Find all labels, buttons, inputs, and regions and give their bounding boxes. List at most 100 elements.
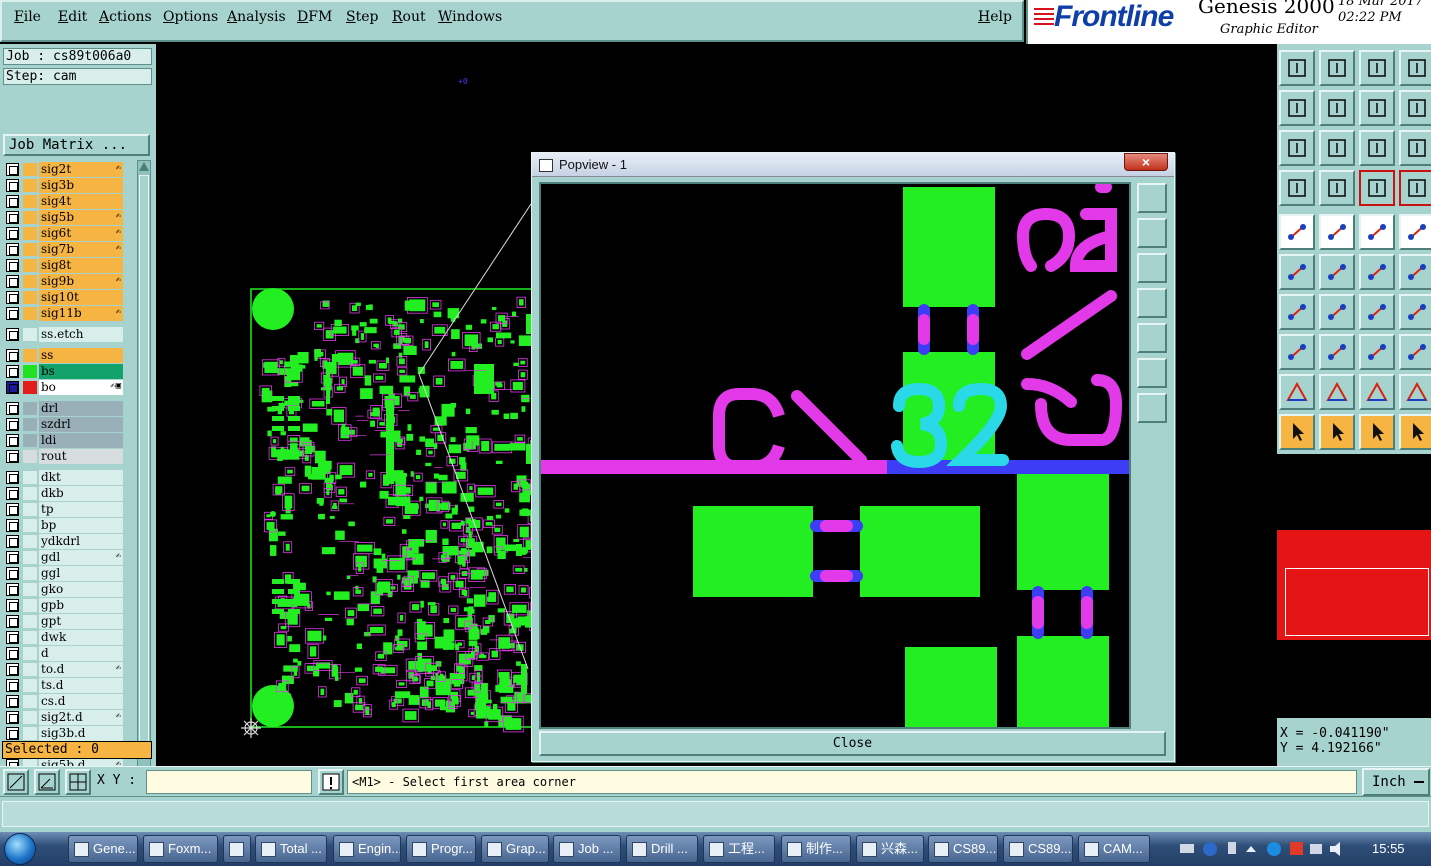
layer-color-swatch[interactable] [23,535,37,548]
window-split-icon[interactable] [1399,50,1431,86]
route-path-icon[interactable] [1399,414,1431,450]
layer-row-drl[interactable]: drl [3,401,123,416]
layer-name[interactable]: sig2t [39,162,123,177]
layer-color-swatch[interactable] [23,679,37,692]
layer-name[interactable]: ydkdrl [39,534,123,549]
layer-name[interactable]: ts.d [39,678,123,693]
layer-checkbox[interactable] [6,259,19,272]
layer-row-cs-d[interactable]: cs.d [3,694,123,709]
overview-map[interactable] [1277,454,1431,718]
layer-name[interactable]: bp [39,518,123,533]
popview-zoom-in-icon[interactable] [1137,183,1167,213]
layer-name[interactable]: ss.etch [39,327,123,342]
layer-row-szdrl[interactable]: szdrl [3,417,123,432]
layer-checkbox[interactable] [6,503,19,516]
layer-checkbox[interactable] [6,631,19,644]
delete-feature-icon[interactable] [1319,254,1355,290]
layer-checkbox[interactable] [6,695,19,708]
layer-color-swatch[interactable] [23,211,37,224]
layer-row-dwk[interactable]: dwk [3,630,123,645]
layer-row-bp[interactable]: bp [3,518,123,533]
popview-pan-right-icon[interactable] [1137,323,1167,353]
select-outline-icon[interactable] [1359,414,1395,450]
popview-zoom-area[interactable] [539,182,1131,729]
layer-color-swatch[interactable] [23,434,37,447]
taskbar-button-13[interactable]: CS89... [928,835,998,863]
layer-name[interactable]: sig3b [39,178,123,193]
layer-checkbox[interactable] [6,275,19,288]
triangle-shape-icon[interactable] [1279,374,1315,410]
layer-row-sig2t[interactable]: sig2t ✍ [3,162,123,177]
layer-name[interactable]: tp [39,502,123,517]
split-line-icon[interactable] [1319,334,1355,370]
layer-checkbox[interactable] [6,471,19,484]
layer-checkbox[interactable] [6,711,19,724]
layer-color-swatch[interactable] [23,631,37,644]
net-trace-icon[interactable] [1399,170,1431,206]
select-pointer-icon[interactable] [1279,414,1315,450]
layer-checkbox[interactable] [6,727,19,740]
layer-color-swatch[interactable] [23,381,37,394]
copy-feature-icon[interactable] [1399,254,1431,290]
layer-name[interactable]: dkb [39,486,123,501]
layer-row-gpt[interactable]: gpt [3,614,123,629]
unit-selector[interactable]: Inch [1362,768,1430,796]
layer-checkbox[interactable] [6,583,19,596]
layer-row-sig8t[interactable]: sig8t [3,258,123,273]
layer-row-tp[interactable]: tp [3,502,123,517]
move-feature-icon[interactable] [1359,254,1395,290]
snap-mode-icon[interactable] [3,769,29,795]
scale-1-2-icon[interactable] [1359,130,1395,166]
layer-color-swatch[interactable] [23,695,37,708]
taskbar-button-14[interactable]: CS89... [1003,835,1073,863]
taskbar-button-7[interactable]: Grap... [481,835,549,863]
pan-up-icon[interactable] [1279,50,1315,86]
layer-row-gpb[interactable]: gpb [3,598,123,613]
layer-name[interactable]: ggl [39,566,123,581]
layer-row-ggl[interactable]: ggl [3,566,123,581]
layer-name[interactable]: sig9b [39,274,123,289]
layer-color-swatch[interactable] [23,328,37,341]
layer-row-gdl[interactable]: gdl ✍ [3,550,123,565]
layer-name[interactable]: dwk [39,630,123,645]
taskbar-button-10[interactable]: 工程... [703,835,775,863]
layer-row-ydkdrl[interactable]: ydkdrl [3,534,123,549]
layer-row-sig9b[interactable]: sig9b ✍ [3,274,123,289]
layer-checkbox[interactable] [6,567,19,580]
settings-sliders-icon[interactable] [1279,170,1315,206]
overview-viewport[interactable] [1285,568,1429,636]
layer-checkbox[interactable] [6,291,19,304]
measure-distance-icon[interactable] [1359,334,1395,370]
layer-color-swatch[interactable] [23,275,37,288]
layer-color-swatch[interactable] [23,471,37,484]
transform-icon[interactable] [1399,334,1431,370]
layer-color-swatch[interactable] [23,163,37,176]
layer-color-swatch[interactable] [23,179,37,192]
layer-color-swatch[interactable] [23,599,37,612]
select-area-icon[interactable] [1319,414,1355,450]
menu-actions[interactable]: Actions [99,9,152,25]
layer-row-sig4t[interactable]: sig4t [3,194,123,209]
layer-row-sig7b[interactable]: sig7b ✍ [3,242,123,257]
menu-dfm[interactable]: DFM [297,9,332,25]
layer-checkbox[interactable] [6,663,19,676]
layer-checkbox[interactable] [6,535,19,548]
layer-checkbox[interactable] [6,328,19,341]
layer-name[interactable]: cs.d [39,694,123,709]
job-matrix-button[interactable]: Job Matrix ... [3,134,150,156]
layer-color-swatch[interactable] [23,503,37,516]
taskbar-button-3[interactable] [223,835,251,863]
layer-row-sig3b[interactable]: sig3b [3,178,123,193]
layer-name[interactable]: sig10t [39,290,123,305]
layer-row-gko[interactable]: gko [3,582,123,597]
layer-checkbox[interactable] [6,615,19,628]
vertex-edit-icon[interactable] [1359,374,1395,410]
popview-titlebar[interactable]: Popview - 1 × [532,153,1174,177]
mirror-icon[interactable] [1399,294,1431,330]
window-close-icon[interactable]: × [1124,153,1168,171]
taskbar-button-12[interactable]: 兴森... [856,835,924,863]
draw-line-icon[interactable] [1319,294,1355,330]
arc-icon[interactable] [1359,294,1395,330]
layer-name[interactable]: sig2t.d [39,710,123,725]
layer-color-swatch[interactable] [23,243,37,256]
